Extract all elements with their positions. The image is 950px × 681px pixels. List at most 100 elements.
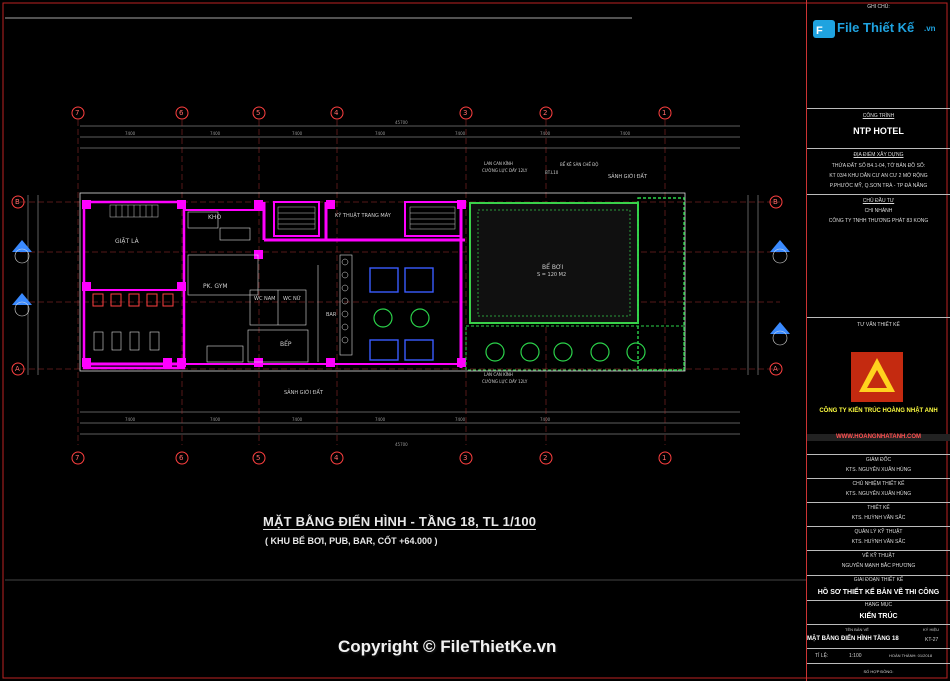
tb-ve: NGUYỄN MẠNH BẮC PHƯƠNG xyxy=(841,563,916,569)
svg-text:7400: 7400 xyxy=(125,131,136,136)
room-kho: KHO xyxy=(208,214,222,221)
tb-cong-trinh: NTP HOTEL xyxy=(853,126,904,136)
copyright-watermark: Copyright © FileThietKe.vn xyxy=(338,637,557,656)
grid-label-2: 2 xyxy=(543,109,548,117)
label-sanh-bottom: SẢNH GIỚI ĐẤT xyxy=(284,390,324,396)
tb-ti-le: 1:100 xyxy=(849,653,862,659)
label-lan-can-bottom: LAN CAN KÍNH xyxy=(484,372,513,377)
brand-domain: .vn xyxy=(924,24,936,33)
svg-text:7400: 7400 xyxy=(540,417,551,422)
bar-stools xyxy=(341,258,349,344)
room-bep: BẾP xyxy=(280,341,292,348)
tb-dia-diem-2: KT 03/4 KHU DÂN CƯ AN CƯ 2 MỞ RỘNG xyxy=(829,173,928,179)
tb-kiem-tra-label: QUẢN LÝ KỸ THUẬT xyxy=(854,529,903,535)
grid-label-7: 7 xyxy=(75,109,80,117)
grid-label-b-left: B xyxy=(15,198,20,206)
grid-label-7-bottom: 7 xyxy=(75,454,80,462)
swimming-pool xyxy=(469,202,639,324)
svg-text:45700: 45700 xyxy=(395,442,408,447)
grid-label-1: 1 xyxy=(662,109,667,117)
grid-bubbles-top xyxy=(11,106,783,465)
tb-website: WWW.HOANGNHATANH.COM xyxy=(807,434,950,441)
grid-label-4-bottom: 4 xyxy=(334,454,339,462)
tb-hang-muc-label: HẠNG MỤC xyxy=(864,602,893,608)
grid-label-6: 6 xyxy=(179,109,184,117)
room-ky-thuat: KỸ THUẬT TRANG MÁY xyxy=(335,213,391,219)
grid-label-1-bottom: 1 xyxy=(662,454,667,462)
dimension-lines-top xyxy=(27,125,759,435)
tb-dia-diem-1: THỬA ĐẤT SỐ B4.1-04, TỜ BẢN ĐỒ SỐ: xyxy=(831,163,926,169)
room-be-boi: BỂ BƠI xyxy=(542,264,564,271)
svg-text:7400: 7400 xyxy=(540,131,551,136)
tb-kiem-tra: KTS. HUỲNH VĂN SẮC xyxy=(851,539,906,545)
grid-label-3-bottom: 3 xyxy=(463,454,468,462)
tb-ghi-chu: GHI CHÚ: xyxy=(867,4,890,10)
tb-ten-ban-ve: MẶT BẰNG ĐIỂN HÌNH TẦNG 18 xyxy=(807,636,899,642)
grid-label-6-bottom: 6 xyxy=(179,454,184,462)
drawing-subtitle: ( KHU BỂ BƠI, PUB, BAR, CỐT +64.000 ) xyxy=(265,536,438,546)
room-giat-la: GIẶT LÀ xyxy=(115,238,139,245)
svg-text:7400: 7400 xyxy=(375,417,386,422)
brand-name: File Thiết Kế xyxy=(837,20,915,35)
svg-text:7400: 7400 xyxy=(125,417,136,422)
label-be-ke-2: BT.L10 xyxy=(545,170,559,175)
label-lan-can-top-2: CƯỜNG LỰC DÀY 12LY xyxy=(482,168,528,173)
svg-text:7400: 7400 xyxy=(375,131,386,136)
planter-edge xyxy=(637,197,685,371)
drawing-title: MẶT BẰNG ĐIỂN HÌNH - TẦNG 18, TL 1/100 xyxy=(263,514,537,530)
tb-tu-van-label: TƯ VẤN THIẾT KẾ xyxy=(857,322,900,328)
tb-ky-hieu: KT-27 xyxy=(925,637,939,643)
company-logo xyxy=(851,352,903,402)
staircase xyxy=(109,204,456,230)
washing-machines xyxy=(92,293,174,307)
tb-ky-hieu-label: KÝ HIỆU xyxy=(923,627,940,632)
svg-text:7400: 7400 xyxy=(210,417,221,422)
tb-hoan-thanh: HOÀN THÀNH: 01/2018 xyxy=(889,653,933,658)
tb-giam-doc-label: GIÁM ĐỐC xyxy=(865,457,892,463)
tb-ti-le-label: TỈ LỆ: xyxy=(815,653,829,659)
svg-text:7400: 7400 xyxy=(292,131,303,136)
gym-equipment xyxy=(93,331,160,351)
tb-dia-diem-3: P.PHƯỚC MỸ, Q.SƠN TRÀ - TP ĐÀ NẴNG xyxy=(829,183,928,189)
grid-label-5: 5 xyxy=(256,109,261,117)
tb-chi-nhanh: CHI NHÁNH xyxy=(864,208,893,214)
tb-thiet-ke: KTS. HUỲNH VĂN SẮC xyxy=(851,515,906,521)
tb-giai-doan-label: GIAI ĐOẠN THIẾT KẾ xyxy=(853,577,904,583)
tb-company: CÔNG TY KIẾN TRÚC HOÀNG NHẬT ANH xyxy=(819,408,938,414)
svg-text:7400: 7400 xyxy=(292,417,303,422)
tb-hang-muc: KIẾN TRÚC xyxy=(859,613,898,620)
grid-label-3: 3 xyxy=(463,109,468,117)
svg-text:7400: 7400 xyxy=(620,131,631,136)
room-bar: BAR xyxy=(326,312,337,318)
tb-so-hop-dong: SỐ HỢP ĐỒNG: xyxy=(863,669,894,674)
tb-dia-diem-label: ĐỊA ĐIỂM XÂY DỰNG xyxy=(853,152,904,158)
room-wc-nu: WC NỮ xyxy=(283,296,302,302)
tb-thiet-ke-label: THIẾT KẾ xyxy=(867,505,890,511)
grid-label-a-right: A xyxy=(773,365,778,373)
label-sanh-top: SẢNH GIỚI ĐẤT xyxy=(608,174,648,180)
svg-text:7400: 7400 xyxy=(210,131,221,136)
label-lan-can-top: LAN CAN KÍNH xyxy=(484,161,513,166)
tb-giai-doan: HỒ SƠ THIẾT KẾ BẢN VẼ THI CÔNG xyxy=(817,589,940,596)
grid-label-b-right: B xyxy=(773,198,778,206)
svg-text:45700: 45700 xyxy=(395,120,408,125)
svg-text:F: F xyxy=(816,25,823,37)
pub-tables-blue xyxy=(369,267,434,361)
tb-giam-doc: KTS. NGUYỄN XUÂN HÙNG xyxy=(845,467,912,473)
grid-label-a-left: A xyxy=(15,365,20,373)
tb-ve-label: VẼ KỸ THUẬT xyxy=(862,553,895,559)
pool-deck xyxy=(465,325,685,371)
label-be-ke: BỂ KÊ SÀN CHẾ ĐỘ xyxy=(560,162,599,167)
room-wc-nam: WC NAM xyxy=(254,296,276,302)
tb-chu-dau-tu: CÔNG TY TNHH THƯƠNG PHÁT 83 KONG xyxy=(828,218,929,224)
room-gym: PK. GYM xyxy=(203,283,228,290)
grid-label-2-bottom: 2 xyxy=(543,454,548,462)
label-lan-can-bottom-2: CƯỜNG LỰC DÀY 12LY xyxy=(482,379,528,384)
grid-label-5-bottom: 5 xyxy=(256,454,261,462)
tb-chu-nhiem: KTS. NGUYỄN XUÂN HÙNG xyxy=(845,491,912,497)
title-block: GHI CHÚ: F File Thiết Kế .vn CÔNG TRÌNH … xyxy=(806,0,950,681)
svg-text:7400: 7400 xyxy=(455,131,466,136)
tb-chu-nhiem-label: CHỦ NHIỆM THIẾT KẾ xyxy=(852,481,905,487)
tb-cong-trinh-label: CÔNG TRÌNH xyxy=(862,113,895,119)
walls xyxy=(82,200,465,370)
